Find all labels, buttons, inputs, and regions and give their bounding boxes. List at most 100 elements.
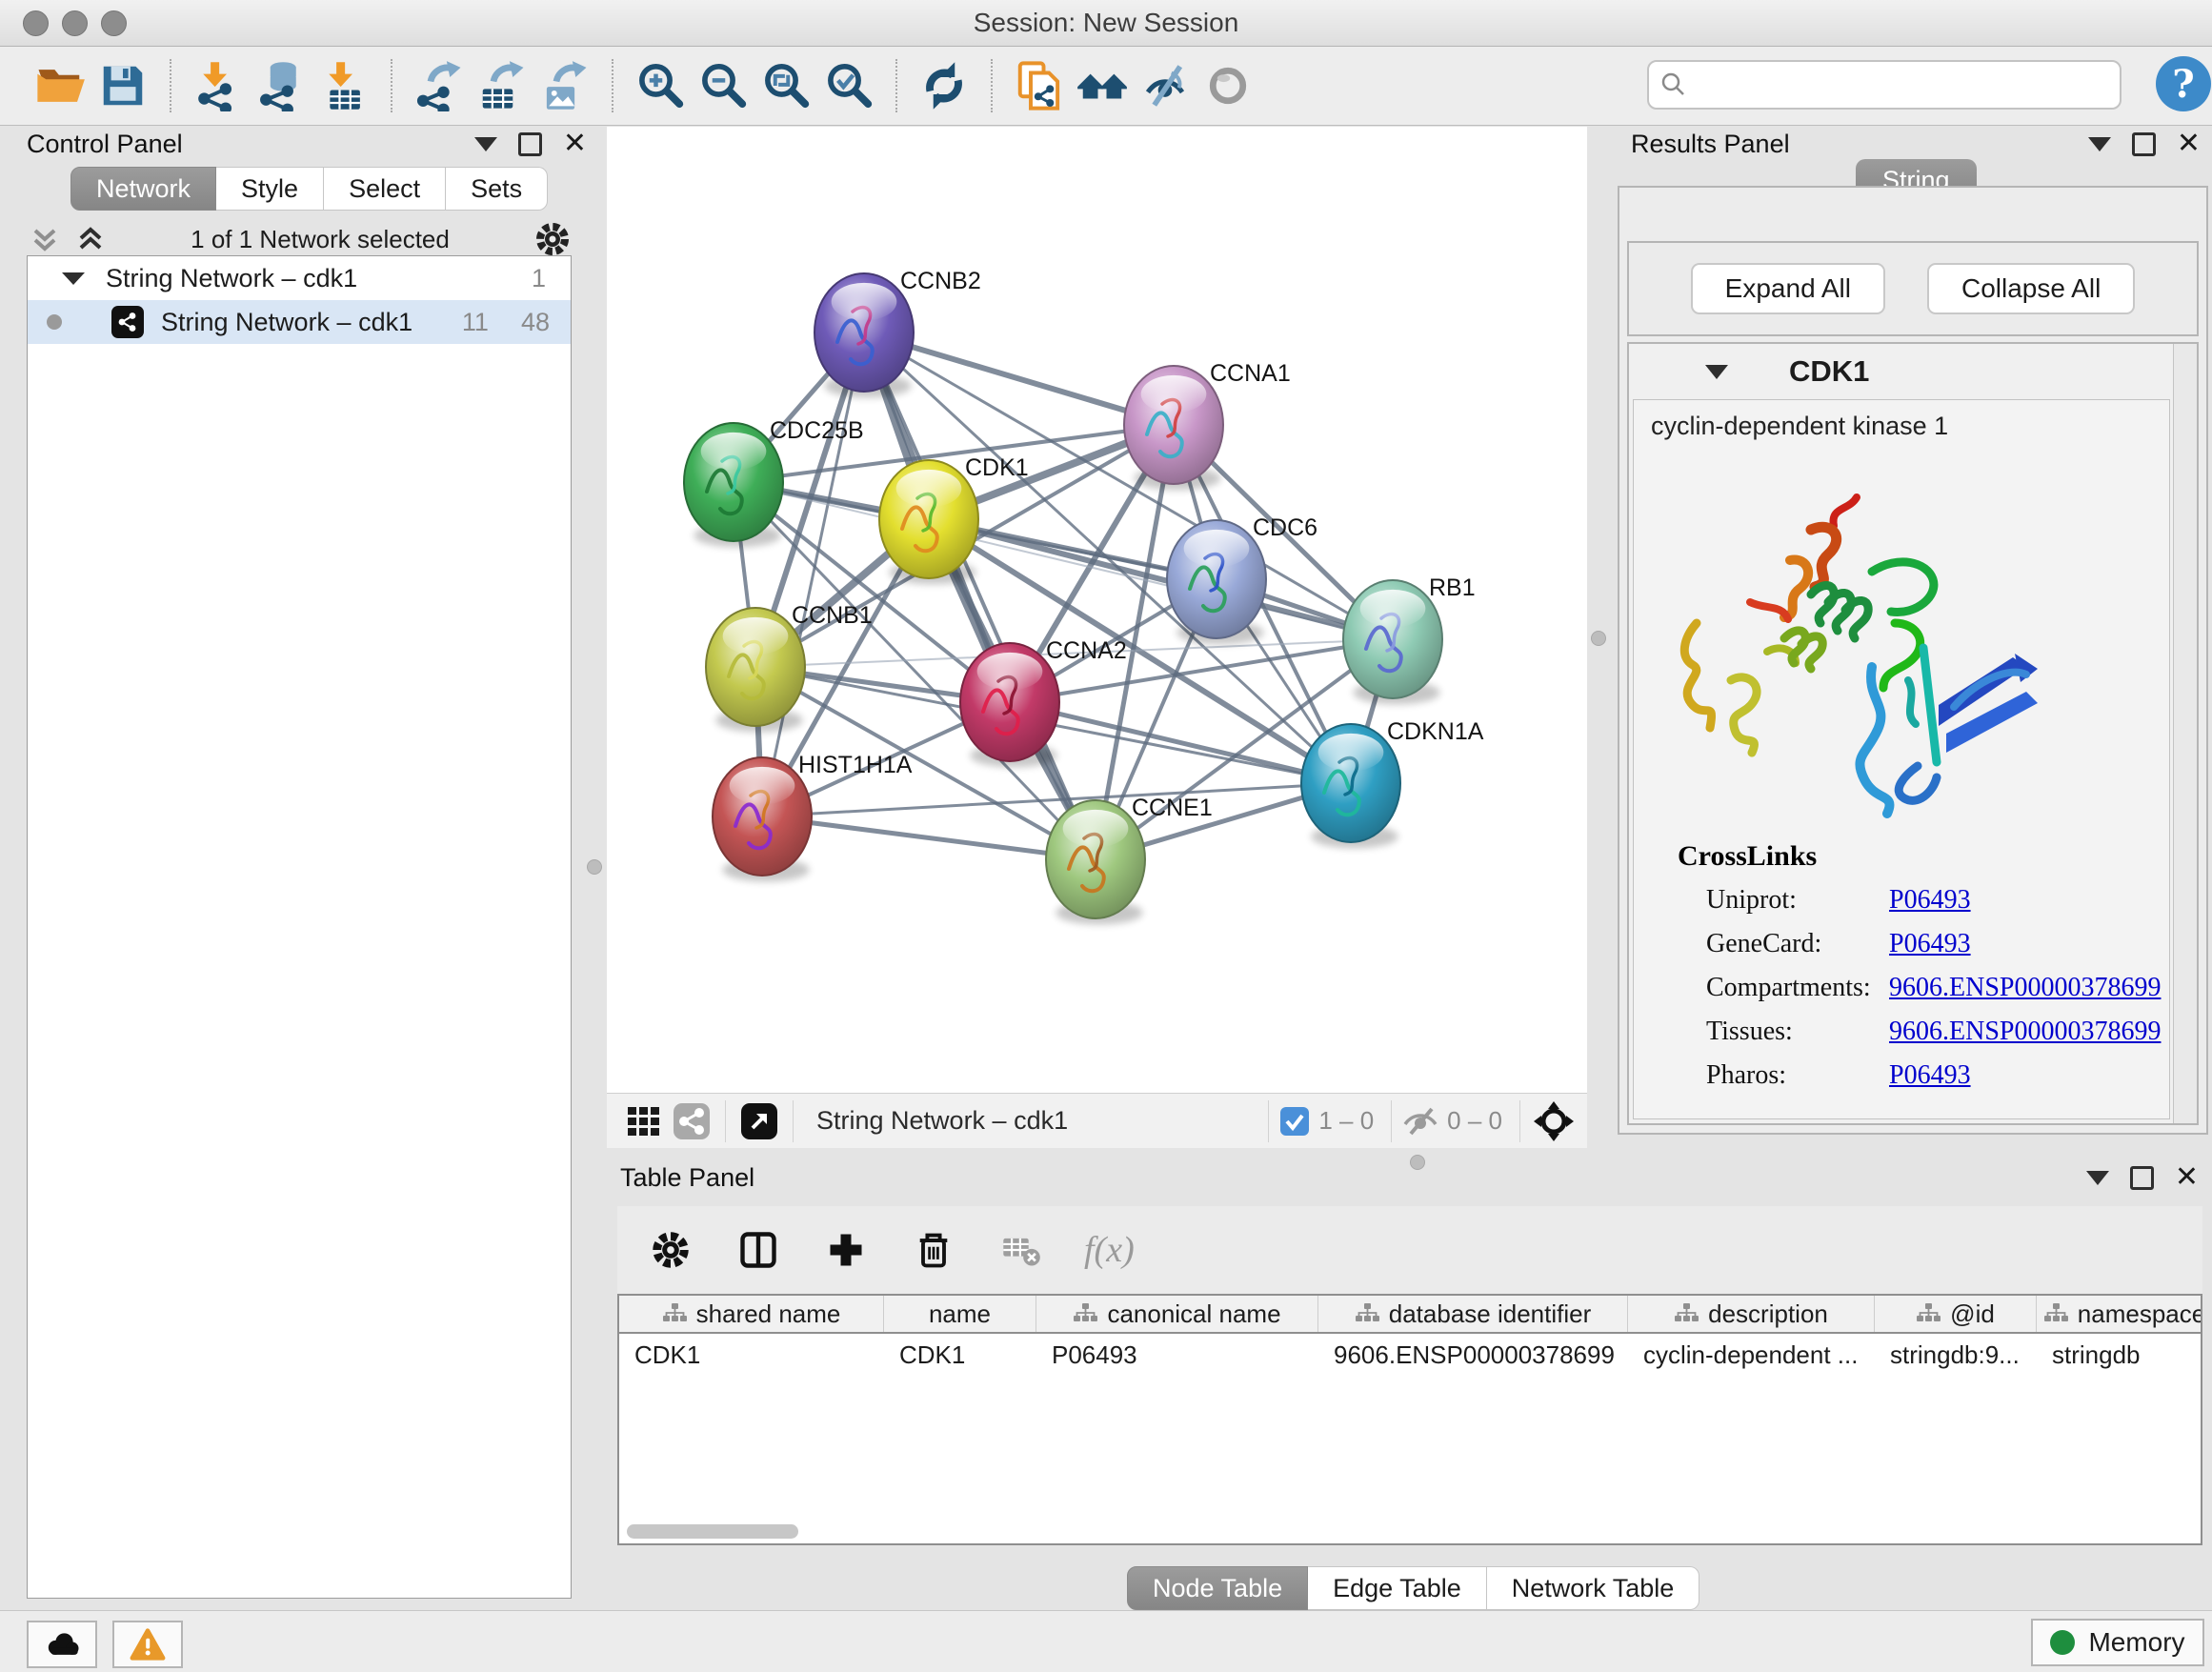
tab-sets[interactable]: Sets	[446, 167, 548, 211]
memory-label: Memory	[2088, 1627, 2184, 1658]
save-session-button[interactable]	[91, 54, 154, 117]
tab-network-table[interactable]: Network Table	[1487, 1566, 1700, 1610]
network-node-CCNA2[interactable]	[960, 643, 1059, 767]
results-close-icon[interactable]: ✕	[2177, 130, 2201, 158]
tab-select[interactable]: Select	[324, 167, 446, 211]
collapse-all-button[interactable]: Collapse All	[1927, 263, 2135, 314]
network-node-CCNB2[interactable]	[814, 273, 914, 397]
add-column-icon[interactable]	[821, 1225, 871, 1275]
table-row[interactable]: CDK1CDK1P064939606.ENSP00000378699cyclin…	[619, 1334, 2201, 1376]
network-node-RB1[interactable]	[1343, 580, 1442, 704]
column-header-database-identifier[interactable]: database identifier	[1318, 1296, 1628, 1332]
crosslink-tissues-link[interactable]: 9606.ENSP00000378699	[1889, 1017, 2161, 1047]
network-node-CDC25B[interactable]	[684, 423, 783, 547]
show-columns-icon[interactable]	[734, 1225, 783, 1275]
node-label-CCNB1: CCNB1	[792, 602, 873, 629]
network-row[interactable]: String Network – cdk1 11 48	[28, 300, 571, 344]
expand-all-icon[interactable]	[74, 223, 107, 255]
network-node-CCNA1[interactable]	[1124, 366, 1223, 490]
network-node-CDK1[interactable]	[879, 460, 978, 584]
network-edge-CDK1-RB1[interactable]	[929, 519, 1393, 639]
table-hscrollbar[interactable]	[627, 1524, 798, 1539]
export-table-button[interactable]	[471, 54, 533, 117]
share-view-icon[interactable]	[668, 1100, 715, 1142]
table-close-icon[interactable]: ✕	[2175, 1163, 2199, 1192]
detach-view-icon[interactable]	[735, 1100, 783, 1142]
results-scrollbar[interactable]	[2173, 344, 2197, 1123]
panel-float-icon[interactable]	[518, 132, 542, 156]
open-session-button[interactable]	[29, 54, 91, 117]
right-splitter-handle[interactable]	[1591, 631, 1606, 646]
collection-expand-icon[interactable]	[62, 272, 85, 285]
results-float-icon[interactable]	[2132, 132, 2156, 156]
import-network-from-file-button[interactable]	[187, 54, 250, 117]
import-table-from-file-button[interactable]	[312, 54, 375, 117]
hide-graphics-details-button[interactable]	[1134, 54, 1196, 117]
tab-network[interactable]: Network	[70, 167, 216, 211]
grid-view-icon[interactable]	[620, 1100, 668, 1142]
panel-menu-icon[interactable]	[474, 137, 497, 151]
crosslink-compartments-link[interactable]: 9606.ENSP00000378699	[1889, 973, 2161, 1003]
table-float-icon[interactable]	[2130, 1166, 2154, 1190]
cloud-button[interactable]	[27, 1621, 97, 1668]
network-edge-CCNA2-CDKN1A[interactable]	[1010, 702, 1351, 783]
column-header-name[interactable]: name	[884, 1296, 1036, 1332]
open-string-document-button[interactable]	[1008, 54, 1071, 117]
crosslink-row: Compartments:9606.ENSP00000378699	[1634, 966, 2169, 1010]
network-edge-CCNB2-CCNE1[interactable]	[864, 332, 1096, 859]
crosslink-pharos-link[interactable]: P06493	[1889, 1060, 1971, 1091]
panel-close-icon[interactable]: ✕	[563, 130, 587, 158]
gene-description: cyclin-dependent kinase 1	[1651, 412, 1948, 441]
crosslink-uniprot-link[interactable]: P06493	[1889, 885, 1971, 916]
tab-style[interactable]: Style	[216, 167, 324, 211]
birds-eye-crosshair-icon[interactable]	[1530, 1100, 1578, 1142]
column-header-namespace[interactable]: namespace	[2037, 1296, 2202, 1332]
collapse-all-icon[interactable]	[29, 223, 61, 255]
network-canvas[interactable]: CCNB2CCNA1CDC25BCDK1CDC6RB1CCNB1CCNA2CDK…	[607, 127, 1587, 1094]
show-graphics-details-button[interactable]	[1196, 54, 1259, 117]
delete-column-icon[interactable]	[909, 1225, 958, 1275]
table-toolbar: f(x)	[617, 1206, 2202, 1294]
zoom-fit-button[interactable]	[754, 54, 817, 117]
column-header--id[interactable]: @id	[1875, 1296, 2037, 1332]
export-image-button[interactable]	[533, 54, 596, 117]
expand-all-button[interactable]: Expand All	[1691, 263, 1885, 314]
tab-edge-table[interactable]: Edge Table	[1308, 1566, 1487, 1610]
column-header-canonical-name[interactable]: canonical name	[1036, 1296, 1318, 1332]
network-collection-row[interactable]: String Network – cdk1 1	[28, 256, 571, 300]
zoom-in-button[interactable]	[629, 54, 692, 117]
node-label-CDC25B: CDC25B	[770, 417, 864, 444]
results-menu-icon[interactable]	[2088, 137, 2111, 151]
crosslink-genecard-link[interactable]: P06493	[1889, 929, 1971, 959]
zoom-selected-button[interactable]	[817, 54, 880, 117]
search-input[interactable]	[1693, 65, 2120, 105]
column-header-description[interactable]: description	[1628, 1296, 1875, 1332]
zoom-out-button[interactable]	[692, 54, 754, 117]
table-cell: CDK1	[619, 1340, 884, 1370]
network-overview-homes-button[interactable]	[1071, 54, 1134, 117]
column-label: description	[1708, 1299, 1828, 1329]
export-network-button[interactable]	[408, 54, 471, 117]
table-cell: 9606.ENSP00000378699	[1318, 1340, 1628, 1370]
memory-status-icon	[2050, 1630, 2075, 1655]
memory-button[interactable]: Memory	[2031, 1619, 2204, 1666]
network-node-CDKN1A[interactable]	[1301, 724, 1400, 848]
crosslinks-list: Uniprot:P06493GeneCard:P06493Compartment…	[1634, 878, 2169, 1098]
collection-label: String Network – cdk1	[106, 264, 357, 293]
warning-button[interactable]	[112, 1621, 183, 1668]
left-splitter-handle[interactable]	[587, 859, 602, 875]
network-node-CCNE1[interactable]	[1046, 800, 1145, 924]
column-header-shared-name[interactable]: shared name	[619, 1296, 884, 1332]
gene-collapse-icon[interactable]	[1705, 365, 1728, 379]
import-network-from-database-button[interactable]	[250, 54, 312, 117]
apply-preferred-layout-button[interactable]	[913, 54, 975, 117]
help-button[interactable]: ?	[2156, 56, 2211, 111]
gear-icon[interactable]	[533, 220, 572, 258]
toolbar-search[interactable]	[1647, 60, 2122, 110]
network-node-CCNB1[interactable]	[706, 608, 805, 732]
tab-node-table[interactable]: Node Table	[1127, 1566, 1308, 1610]
table-menu-icon[interactable]	[2086, 1171, 2109, 1185]
table-settings-gear-icon[interactable]	[646, 1225, 695, 1275]
network-node-HIST1H1A[interactable]	[713, 757, 812, 881]
horizontal-splitter-handle[interactable]	[1410, 1155, 1425, 1170]
